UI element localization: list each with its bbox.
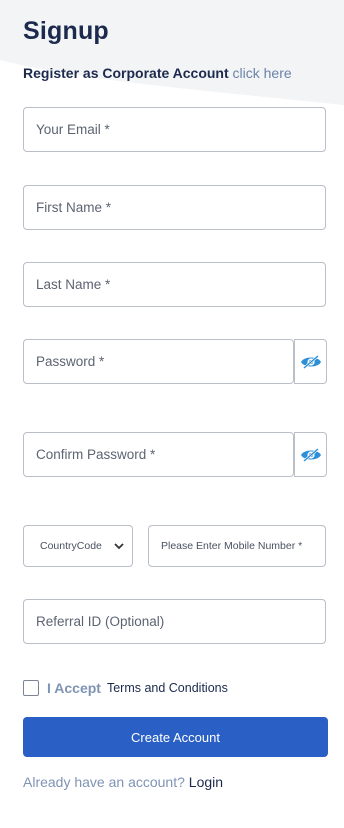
password-field[interactable]: Password * [23, 339, 294, 384]
corporate-account-link[interactable]: click here [233, 65, 292, 81]
accept-label: I Accept [47, 680, 101, 696]
login-link[interactable]: Login [189, 774, 223, 790]
first-name-placeholder: First Name * [36, 200, 112, 215]
password-placeholder: Password * [36, 354, 105, 369]
last-name-placeholder: Last Name * [36, 277, 111, 292]
email-placeholder: Your Email * [36, 122, 110, 137]
login-question: Already have an account? [23, 774, 185, 790]
mobile-number-field[interactable]: Please Enter Mobile Number * [148, 525, 326, 567]
chevron-down-icon [114, 542, 124, 549]
terms-and-conditions-link[interactable]: Terms and Conditions [107, 681, 228, 695]
accept-terms-checkbox[interactable] [23, 680, 39, 696]
first-name-field[interactable]: First Name * [23, 185, 326, 230]
eye-slash-icon [300, 447, 321, 462]
create-account-button[interactable]: Create Account [23, 717, 328, 757]
password-visibility-toggle[interactable] [294, 339, 327, 384]
mobile-number-placeholder: Please Enter Mobile Number * [161, 540, 303, 552]
email-field[interactable]: Your Email * [23, 107, 326, 152]
eye-slash-icon [300, 354, 321, 369]
corporate-account-text: Register as Corporate Account [23, 65, 229, 81]
terms-row: I Accept Terms and Conditions [23, 680, 228, 696]
country-code-select[interactable]: CountryCode [23, 525, 133, 567]
country-code-value: CountryCode [40, 540, 102, 552]
referral-id-placeholder: Referral ID (Optional) [36, 614, 165, 629]
page-title: Signup [23, 17, 109, 45]
referral-id-field[interactable]: Referral ID (Optional) [23, 599, 326, 644]
confirm-password-field[interactable]: Confirm Password * [23, 432, 294, 477]
confirm-password-placeholder: Confirm Password * [36, 447, 156, 462]
confirm-password-visibility-toggle[interactable] [294, 432, 327, 477]
login-row: Already have an account? Login [23, 774, 223, 790]
corporate-account-row: Register as Corporate Account click here [23, 65, 292, 81]
last-name-field[interactable]: Last Name * [23, 262, 326, 307]
